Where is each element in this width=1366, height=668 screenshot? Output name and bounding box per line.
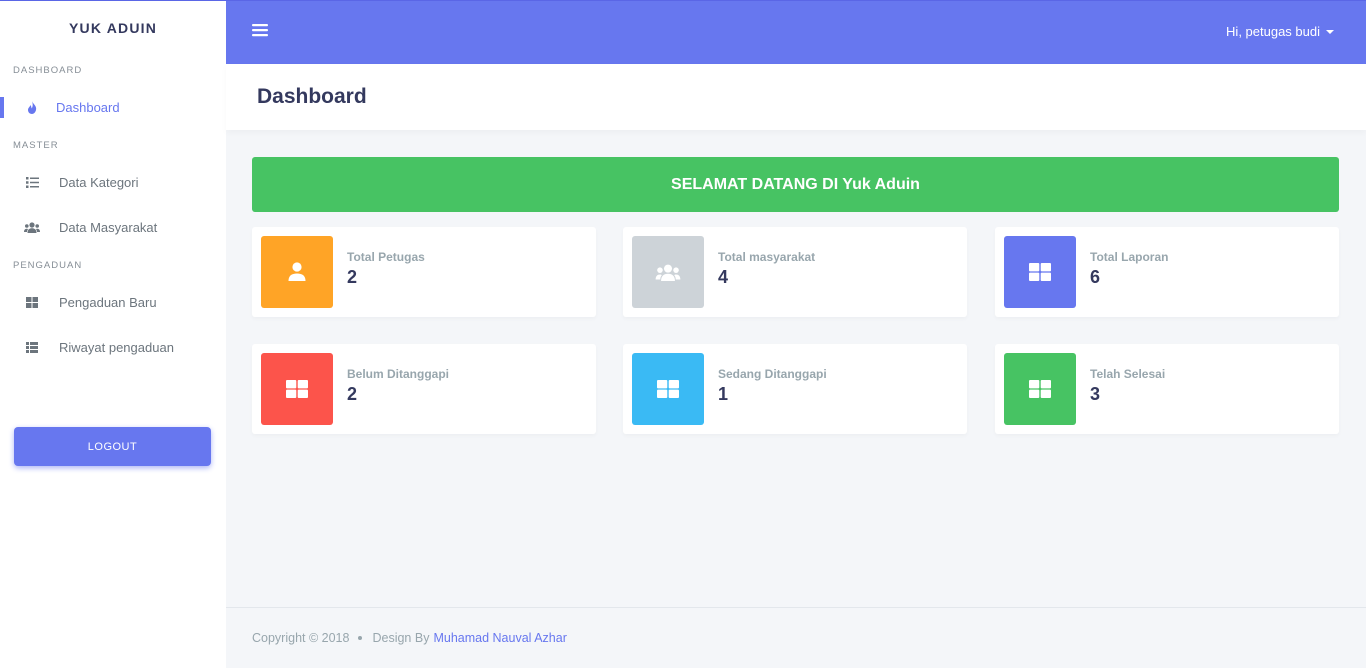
stat-label: Total masyarakat bbox=[718, 250, 816, 264]
author-link[interactable]: Muhamad Nauval Azhar bbox=[433, 631, 566, 645]
stat-card-total-laporan: Total Laporan 6 bbox=[995, 227, 1339, 317]
sidebar-item-pengaduan-baru[interactable]: Pengaduan Baru bbox=[0, 280, 226, 325]
stat-label: Total Laporan bbox=[1090, 250, 1169, 264]
sidebar-item-label: Riwayat pengaduan bbox=[59, 340, 174, 355]
stat-label: Belum Ditanggapi bbox=[347, 367, 450, 381]
bullet-separator bbox=[358, 636, 363, 640]
sidebar-item-label: Data Kategori bbox=[59, 175, 139, 190]
user-icon bbox=[261, 236, 333, 308]
stat-value: 1 bbox=[718, 384, 729, 404]
stat-value: 2 bbox=[347, 267, 358, 287]
design-by-text: Design By bbox=[372, 631, 430, 645]
copyright-text: Copyright © 2018 bbox=[252, 631, 350, 645]
list-icon bbox=[24, 175, 40, 191]
user-dropdown[interactable]: Hi, petugas budi bbox=[1226, 24, 1334, 39]
fire-icon bbox=[24, 100, 40, 116]
hamburger-menu-icon[interactable] bbox=[252, 23, 268, 39]
users-icon bbox=[632, 236, 704, 308]
footer: Copyright © 2018 Design By Muhamad Nauva… bbox=[226, 607, 1366, 668]
top-navbar: Hi, petugas budi bbox=[226, 0, 1366, 64]
sidebar-item-label: Dashboard bbox=[56, 100, 120, 115]
stat-card-total-masyarakat: Total masyarakat 4 bbox=[623, 227, 967, 317]
stat-label: Telah Selesai bbox=[1090, 367, 1166, 381]
sidebar-item-data-kategori[interactable]: Data Kategori bbox=[0, 160, 226, 205]
stat-value: 6 bbox=[1090, 267, 1101, 287]
section-header: Dashboard bbox=[226, 64, 1366, 130]
stat-card-belum-ditanggapi: Belum Ditanggapi 2 bbox=[252, 344, 596, 434]
welcome-banner: SELAMAT DATANG DI Yuk Aduin bbox=[252, 157, 1339, 212]
menu-header-master: MASTER bbox=[13, 139, 59, 151]
window-icon bbox=[1004, 353, 1076, 425]
page-title: Dashboard bbox=[257, 85, 367, 108]
grid-icon bbox=[24, 295, 40, 311]
logout-button[interactable]: LOGOUT bbox=[14, 427, 211, 466]
stat-label: Sedang Ditanggapi bbox=[718, 367, 827, 381]
user-greeting: Hi, petugas budi bbox=[1226, 24, 1320, 39]
stat-value: 4 bbox=[718, 267, 729, 287]
sidebar-item-data-masyarakat[interactable]: Data Masyarakat bbox=[0, 205, 226, 250]
sidebar-item-label: Pengaduan Baru bbox=[59, 295, 157, 310]
window-icon bbox=[1004, 236, 1076, 308]
stat-value: 2 bbox=[347, 384, 358, 404]
stat-card-sedang-ditanggapi: Sedang Ditanggapi 1 bbox=[623, 344, 967, 434]
sidebar-item-riwayat-pengaduan[interactable]: Riwayat pengaduan bbox=[0, 325, 226, 370]
sidebar-item-label: Data Masyarakat bbox=[59, 220, 158, 235]
stat-value: 3 bbox=[1090, 384, 1101, 404]
caret-down-icon bbox=[1326, 29, 1334, 34]
brand-title[interactable]: YUK ADUIN bbox=[0, 1, 226, 55]
table-list-icon bbox=[24, 340, 40, 356]
window-icon bbox=[261, 353, 333, 425]
menu-header-dashboard: DASHBOARD bbox=[13, 64, 83, 76]
users-icon bbox=[24, 220, 40, 236]
sidebar-item-dashboard[interactable]: Dashboard bbox=[0, 85, 226, 130]
sidebar: YUK ADUIN DASHBOARD Dashboard MASTER Dat… bbox=[0, 0, 226, 668]
stat-card-telah-selesai: Telah Selesai 3 bbox=[995, 344, 1339, 434]
stat-card-total-petugas: Total Petugas 2 bbox=[252, 227, 596, 317]
window-icon bbox=[632, 353, 704, 425]
stat-label: Total Petugas bbox=[347, 250, 425, 264]
menu-header-pengaduan: PENGADUAN bbox=[13, 259, 83, 271]
